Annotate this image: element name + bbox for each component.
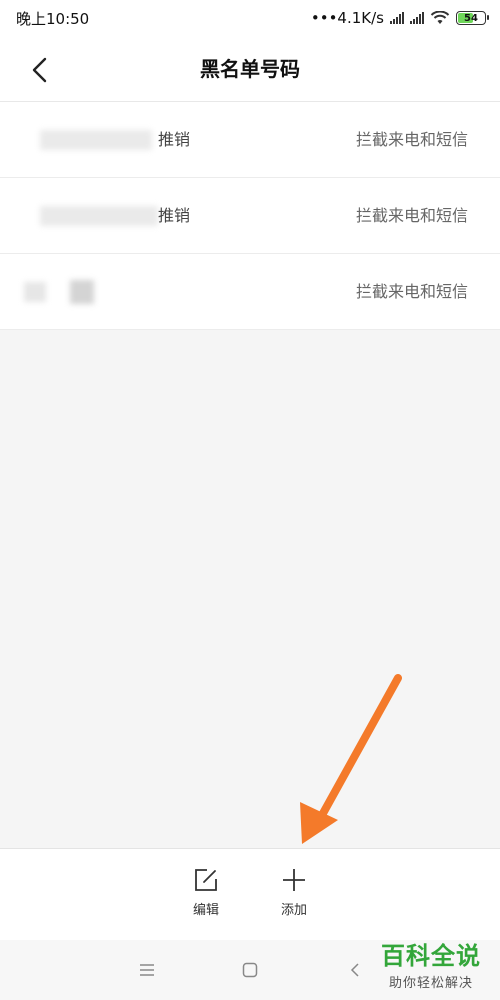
home-button[interactable] (234, 954, 266, 986)
redacted-number (40, 206, 158, 226)
add-button[interactable]: 添加 (264, 867, 324, 927)
redacted-number (40, 130, 152, 150)
blacklist-list: 推销 拦截来电和短信 推销 拦截来电和短信 拦截来电和短信 (0, 102, 500, 330)
signal-icon (390, 12, 404, 24)
battery-icon: 54 (456, 11, 489, 25)
status-bar: 晚上10:50 •••4.1K/s 54 (0, 0, 500, 36)
list-item[interactable]: 拦截来电和短信 (0, 254, 500, 330)
watermark-subtitle: 助你轻松解决 (388, 976, 473, 991)
list-item[interactable]: 推销 拦截来电和短信 (0, 178, 500, 254)
bottom-toolbar: 编辑 添加 (0, 848, 500, 940)
watermark-title: 百科全说 (381, 942, 481, 970)
nav-back-button[interactable] (339, 954, 371, 986)
status-icons: •••4.1K/s 54 (310, 9, 489, 27)
app-header: 黑名单号码 (0, 36, 500, 102)
edit-button[interactable]: 编辑 (176, 867, 236, 927)
edit-label: 编辑 (192, 903, 219, 918)
menu-icon (140, 964, 154, 976)
block-mode-label: 拦截来电和短信 (355, 206, 468, 225)
blacklist-number: 推销 (158, 130, 191, 149)
redacted-number (24, 282, 46, 302)
redacted-number (70, 280, 94, 304)
edit-icon (195, 869, 217, 891)
wifi-icon (430, 11, 450, 24)
block-mode-label: 拦截来电和短信 (355, 282, 468, 301)
menu-button[interactable] (131, 954, 163, 986)
signal-icon (410, 12, 424, 24)
blacklist-number: 推销 (158, 206, 191, 225)
annotation-arrow-icon (300, 674, 402, 844)
back-chevron-icon (350, 963, 359, 977)
page-title: 黑名单号码 (200, 57, 300, 81)
chevron-left-icon (32, 57, 47, 83)
back-button[interactable] (20, 50, 60, 90)
watermark: 百科全说 助你轻松解决 (376, 940, 486, 998)
block-mode-label: 拦截来电和短信 (355, 130, 468, 149)
network-speed: •••4.1K/s (310, 9, 384, 27)
list-item[interactable]: 推销 拦截来电和短信 (0, 102, 500, 178)
battery-level: 54 (464, 12, 478, 24)
home-square-icon (242, 962, 258, 978)
add-label: 添加 (280, 903, 307, 918)
status-time: 晚上10:50 (16, 9, 90, 28)
plus-icon (283, 869, 305, 891)
